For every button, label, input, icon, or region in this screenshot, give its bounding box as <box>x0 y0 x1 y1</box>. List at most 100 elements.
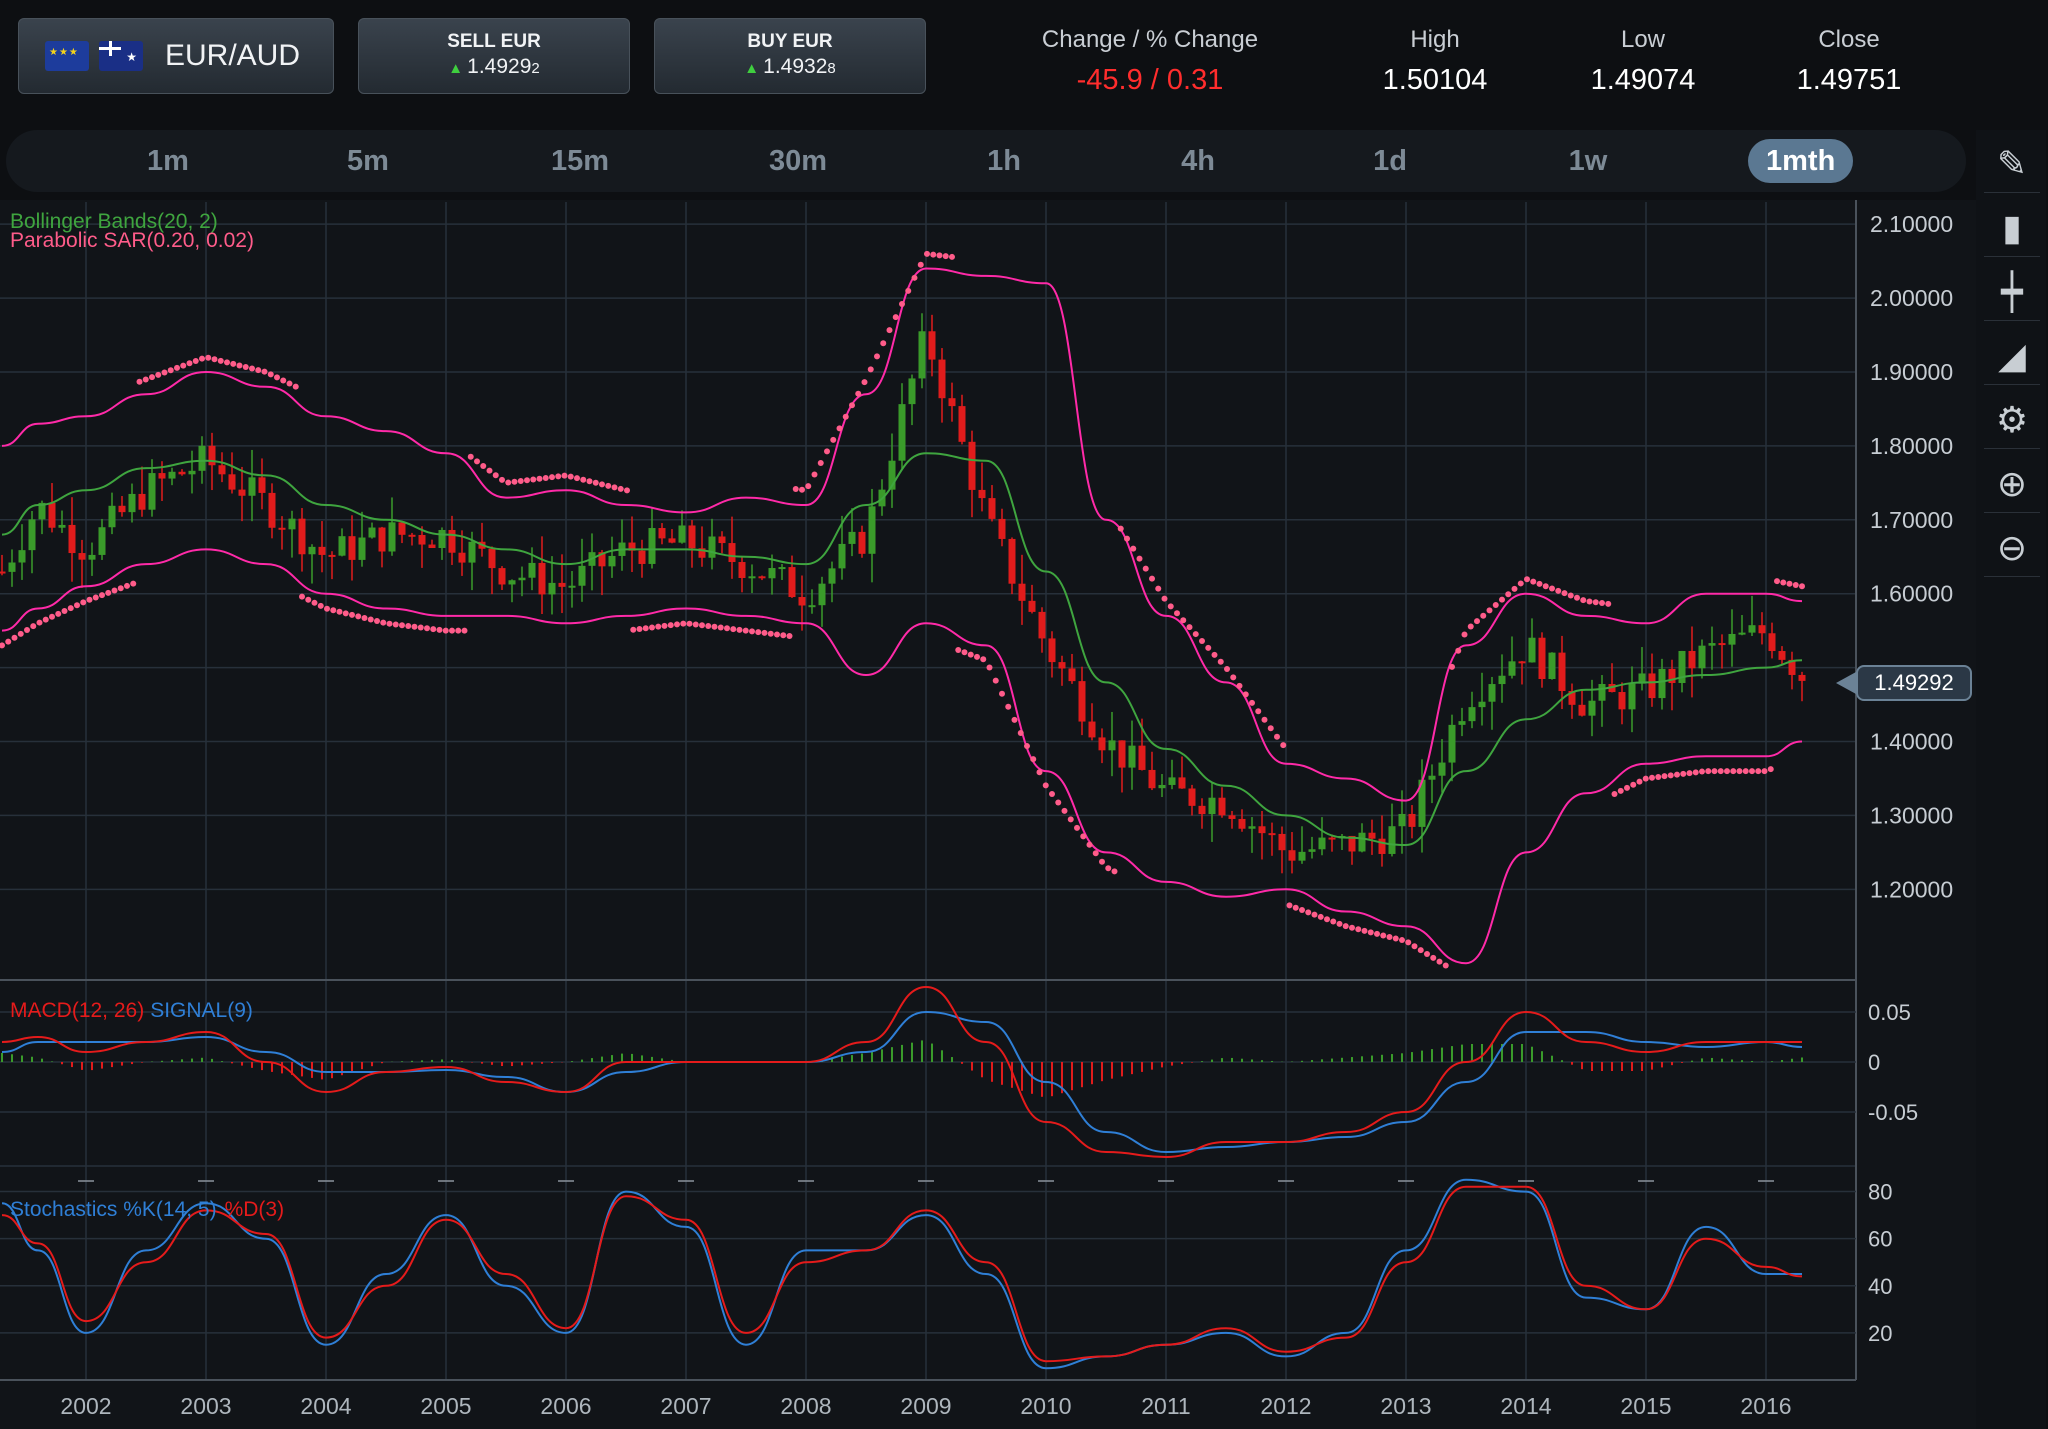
tab-1mth[interactable]: 1mth <box>1748 139 1854 183</box>
candle <box>1058 662 1066 669</box>
sar-dot <box>467 453 474 460</box>
candle <box>1738 632 1746 635</box>
sar-dot <box>667 622 674 629</box>
sar-dot <box>1167 603 1174 610</box>
candle <box>1628 683 1636 710</box>
sar-dot <box>917 261 924 268</box>
sar-dot <box>399 622 405 629</box>
timeframe-bar: 1m 5m 15m 30m 1h 4h 1d 1w 1mth <box>6 130 1966 192</box>
sar-dot <box>755 629 762 636</box>
sar-dot <box>1030 756 1037 763</box>
sar-dot <box>1536 580 1543 587</box>
sar-dot <box>661 622 668 629</box>
candle <box>138 493 146 510</box>
pencil-icon[interactable]: ✎ <box>1984 136 2040 193</box>
candle <box>1318 837 1326 850</box>
sar-dot <box>349 611 355 618</box>
tool-sidebar: ✎ ▮ ┿ ◢ ⚙ ⊕ ⊖ <box>1976 130 2046 1429</box>
sar-dot <box>705 622 712 629</box>
sar-dot <box>17 630 24 637</box>
candle <box>938 359 946 399</box>
sar-dot <box>224 359 230 366</box>
candle <box>1118 740 1126 768</box>
close-stat: Close 1.49751 <box>1796 26 1902 96</box>
sar-dot <box>42 616 49 623</box>
zoom-out-icon[interactable]: ⊖ <box>1984 520 2040 577</box>
x-tick-label: 2005 <box>420 1393 471 1419</box>
top-bar: EUR/AUD SELL EUR ▲1.49292 BUY EUR ▲1.493… <box>0 0 2048 118</box>
sar-dot <box>280 377 287 384</box>
sar-dot <box>442 627 449 634</box>
sar-dot <box>1686 770 1693 777</box>
candle <box>1428 775 1436 780</box>
sar-dot <box>1399 937 1405 944</box>
area-chart-icon[interactable]: ◢ <box>1984 328 2040 385</box>
sar-dot <box>480 463 487 470</box>
gear-icon[interactable]: ⚙ <box>1984 392 2040 449</box>
currency-pair-selector[interactable]: EUR/AUD <box>18 18 334 94</box>
sar-dot <box>780 632 787 639</box>
y-tick-label: 1.40000 <box>1870 729 1953 755</box>
candle <box>1328 837 1336 840</box>
price-chart[interactable]: 2002 2003 2004 2005 2006 2007 2008 2009 2010 2011… <box>0 200 1976 1429</box>
zoom-in-icon[interactable]: ⊕ <box>1984 456 2040 513</box>
sar-dot <box>999 690 1005 697</box>
sar-dot <box>774 631 780 638</box>
sar-dot <box>961 649 968 656</box>
candle <box>208 445 216 466</box>
tab-1w[interactable]: 1w <box>1548 130 1628 192</box>
sar-dot <box>1036 769 1043 776</box>
candle <box>968 441 976 490</box>
sell-button[interactable]: SELL EUR ▲ 1.49292 <box>358 18 630 94</box>
candle <box>108 505 116 528</box>
sar-dot <box>1517 580 1524 587</box>
sar-dot <box>1086 841 1093 848</box>
ohlc-icon[interactable]: ┿ <box>1984 264 2040 321</box>
sar-dot <box>549 474 555 481</box>
buy-label: BUY EUR <box>747 31 833 52</box>
tab-4h[interactable]: 4h <box>1158 130 1238 192</box>
candle <box>178 471 186 475</box>
sar-dot <box>267 371 274 378</box>
sar-dot <box>1430 954 1437 961</box>
sar-dot <box>1342 923 1349 930</box>
sar-dot <box>1505 591 1512 598</box>
candle <box>48 502 56 528</box>
sar-dot <box>1592 599 1599 606</box>
tab-1m[interactable]: 1m <box>128 130 208 192</box>
candlestick-icon[interactable]: ▮ <box>1984 200 2040 257</box>
candle <box>858 531 866 554</box>
sar-dot <box>1680 770 1687 777</box>
sar-dot <box>149 374 155 381</box>
candle <box>1108 740 1116 751</box>
candle <box>488 548 496 569</box>
tab-15m[interactable]: 15m <box>540 130 620 192</box>
candle <box>1388 826 1396 854</box>
sar-dot <box>1642 775 1649 782</box>
sar-dot <box>1405 939 1412 946</box>
candle <box>928 331 936 360</box>
sar-dot <box>1561 590 1568 597</box>
sar-dot <box>1611 790 1618 797</box>
candle <box>128 493 136 513</box>
candle <box>8 562 16 572</box>
tab-1d[interactable]: 1d <box>1350 130 1430 192</box>
candle <box>1458 721 1466 725</box>
sar-dot <box>155 371 162 378</box>
candle <box>98 527 106 555</box>
sar-dot <box>561 472 568 479</box>
candle <box>168 471 176 479</box>
sar-dot <box>342 610 349 617</box>
candle <box>518 577 526 581</box>
candle <box>1518 661 1526 664</box>
y-tick-label: 1.70000 <box>1870 507 1953 533</box>
tab-5m[interactable]: 5m <box>328 130 408 192</box>
tab-30m[interactable]: 30m <box>758 130 838 192</box>
buy-button[interactable]: BUY EUR ▲ 1.49328 <box>654 18 926 94</box>
sar-dot <box>1455 647 1462 654</box>
candle <box>18 550 26 563</box>
candle <box>1278 833 1286 851</box>
x-tick-label: 2009 <box>900 1393 951 1419</box>
sar-dot <box>742 627 749 634</box>
tab-1h[interactable]: 1h <box>964 130 1044 192</box>
